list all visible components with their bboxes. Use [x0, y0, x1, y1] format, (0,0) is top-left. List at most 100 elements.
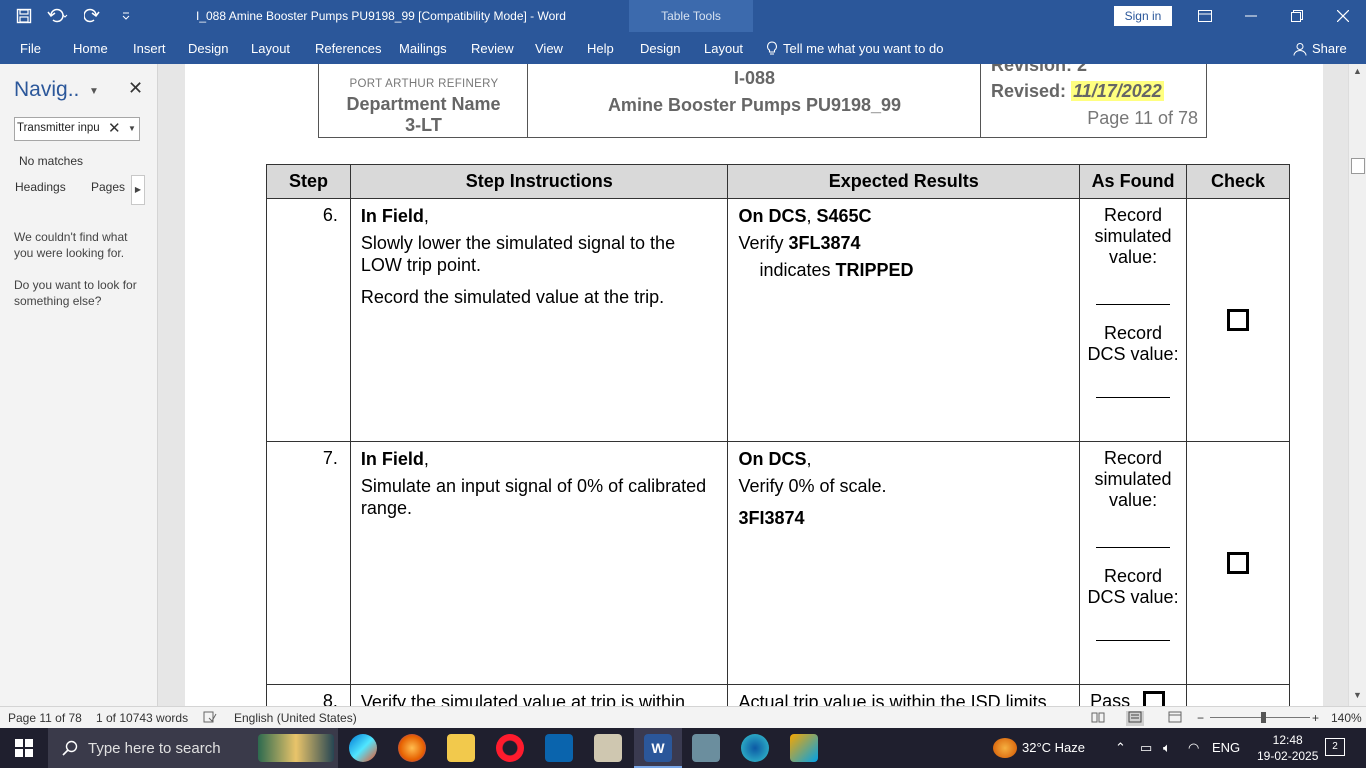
step-instructions[interactable]: In Field, Slowly lower the simulated sig…	[349, 198, 729, 442]
language-indicator[interactable]: English (United States)	[234, 711, 357, 725]
entry-line[interactable]	[1096, 397, 1171, 398]
tab-table-layout[interactable]: Layout	[704, 41, 743, 56]
refinery-name: PORT ARTHUR REFINERY	[349, 78, 499, 90]
app2-icon[interactable]	[790, 734, 818, 762]
revision-label: Revision:	[991, 64, 1073, 75]
check-cell	[1186, 441, 1290, 685]
step-number: 7.	[266, 441, 351, 685]
tab-help[interactable]: Help	[587, 41, 614, 56]
file-explorer-icon[interactable]	[447, 734, 475, 762]
document-area[interactable]: PORT ARTHUR REFINERY Department Name 3-L…	[159, 64, 1323, 706]
word-taskbar-item[interactable]: W	[634, 728, 682, 768]
speaker-icon[interactable]: 🔈︎	[1163, 740, 1171, 756]
check-checkbox[interactable]	[1227, 552, 1250, 574]
results-arrow-icon[interactable]: ▶	[131, 175, 145, 205]
check-checkbox[interactable]	[1227, 309, 1250, 331]
expected-results[interactable]: Actual trip value is within the ISD limi…	[727, 684, 1081, 706]
tab-table-design[interactable]: Design	[640, 41, 680, 56]
step-instructions[interactable]: Verify the simulated value at trip is wi…	[349, 684, 729, 706]
word-count[interactable]: 1 of 10743 words	[96, 711, 188, 725]
expected-results[interactable]: On DCS, Verify 0% of scale. 3FI3874	[727, 441, 1081, 685]
as-found-cell[interactable]: Record simulated value: Record DCS value…	[1079, 441, 1188, 685]
copilot-icon[interactable]	[349, 734, 377, 762]
edge-icon[interactable]	[741, 734, 769, 762]
windows-start-icon[interactable]	[0, 728, 48, 768]
weather-text[interactable]: 32°C Haze	[1022, 740, 1085, 755]
close-icon[interactable]	[1320, 0, 1366, 32]
tab-mailings[interactable]: Mailings	[399, 41, 447, 56]
navigation-pane: Navig.. ▼ ✕ Transmitter inpu ✕ ▼ No matc…	[0, 64, 158, 706]
pane-options-chevron-icon[interactable]: ▼	[89, 86, 99, 97]
network-icon[interactable]: ◠	[1188, 740, 1199, 756]
zoom-level[interactable]: 140%	[1331, 711, 1362, 725]
save-icon[interactable]	[10, 2, 38, 30]
redo-icon[interactable]	[78, 2, 106, 30]
pane-close-icon[interactable]: ✕	[128, 78, 143, 99]
tab-insert[interactable]: Insert	[133, 41, 166, 56]
weather-icon[interactable]	[993, 738, 1017, 758]
tab-review[interactable]: Review	[471, 41, 514, 56]
clock[interactable]: 12:48 19-02-2025	[1257, 732, 1318, 764]
expected-text: Actual trip value is within the ISD limi…	[738, 692, 1052, 706]
step-instructions[interactable]: In Field, Simulate an input signal of 0%…	[349, 441, 729, 685]
proofing-icon[interactable]	[203, 711, 217, 726]
tab-file[interactable]: File	[20, 41, 41, 56]
as-found-cell[interactable]: Pass	[1079, 684, 1188, 706]
clear-search-icon[interactable]: ✕	[108, 119, 121, 137]
notification-count: 2	[1332, 741, 1338, 752]
pass-checkbox[interactable]	[1143, 691, 1166, 706]
minimize-icon[interactable]	[1228, 0, 1274, 32]
zoom-out-icon[interactable]: −	[1197, 711, 1204, 725]
app-icon[interactable]	[594, 734, 622, 762]
entry-line[interactable]	[1096, 640, 1171, 641]
scroll-up-icon[interactable]: ▲	[1349, 66, 1366, 76]
scroll-down-icon[interactable]: ▼	[1349, 690, 1366, 700]
remote-app-icon[interactable]	[692, 734, 720, 762]
instruction-text: Verify the simulated value at trip is wi…	[360, 692, 686, 706]
search-options-chevron-icon[interactable]: ▼	[128, 124, 136, 133]
entry-line[interactable]	[1096, 547, 1171, 548]
document-page[interactable]: PORT ARTHUR REFINERY Department Name 3-L…	[185, 64, 1323, 706]
zoom-in-icon[interactable]: +	[1312, 711, 1319, 725]
as-found-cell[interactable]: Record simulated value: Record DCS value…	[1079, 198, 1188, 442]
ribbon-display-options-icon[interactable]	[1182, 0, 1228, 32]
firefox-icon[interactable]	[398, 734, 426, 762]
tab-design[interactable]: Design	[188, 41, 228, 56]
restore-icon[interactable]	[1274, 0, 1320, 32]
battery-icon[interactable]: ▭	[1140, 740, 1152, 756]
scroll-thumb[interactable]	[1351, 158, 1365, 174]
navigation-title: Navig..	[14, 78, 80, 101]
vertical-scrollbar[interactable]: ▲ ▼	[1348, 64, 1366, 706]
tab-pages[interactable]: Pages	[91, 180, 125, 194]
header-expected-results: Expected Results	[727, 164, 1081, 199]
input-language[interactable]: ENG	[1212, 740, 1240, 755]
verify-text: Verify 0% of scale.	[738, 476, 887, 496]
header-cell-department: PORT ARTHUR REFINERY Department Name 3-L…	[319, 64, 528, 137]
tell-me-search[interactable]: Tell me what you want to do	[766, 41, 943, 56]
tab-view[interactable]: View	[535, 41, 563, 56]
share-button[interactable]: Share	[1293, 41, 1347, 56]
read-mode-icon[interactable]	[1091, 711, 1105, 726]
page-indicator[interactable]: Page 11 of 78	[8, 711, 82, 725]
word-icon: W	[644, 734, 672, 762]
zoom-slider-thumb[interactable]	[1261, 712, 1266, 723]
navigation-search-input[interactable]: Transmitter inpu	[14, 117, 140, 141]
opera-icon[interactable]	[496, 734, 524, 762]
no-results-message: We couldn't find what you were looking f…	[14, 230, 128, 260]
separator-text: ,	[806, 206, 817, 226]
sign-in-button[interactable]: Sign in	[1114, 6, 1172, 26]
entry-line[interactable]	[1096, 304, 1171, 305]
tab-home[interactable]: Home	[73, 41, 108, 56]
zoom-slider[interactable]	[1210, 717, 1310, 718]
customize-qat-icon[interactable]	[112, 2, 140, 30]
notification-icon[interactable]: 2	[1325, 738, 1345, 756]
mail-icon[interactable]	[545, 734, 573, 762]
print-layout-icon[interactable]	[1126, 711, 1144, 726]
tab-layout[interactable]: Layout	[251, 41, 290, 56]
show-hidden-icons-chevron-icon[interactable]: ⌃	[1115, 740, 1126, 756]
tab-headings[interactable]: Headings	[15, 180, 66, 194]
expected-results[interactable]: On DCS, S465C Verify 3FL3874 indicates T…	[727, 198, 1081, 442]
tab-references[interactable]: References	[315, 41, 381, 56]
undo-icon[interactable]	[44, 2, 72, 30]
web-layout-icon[interactable]	[1168, 711, 1182, 726]
